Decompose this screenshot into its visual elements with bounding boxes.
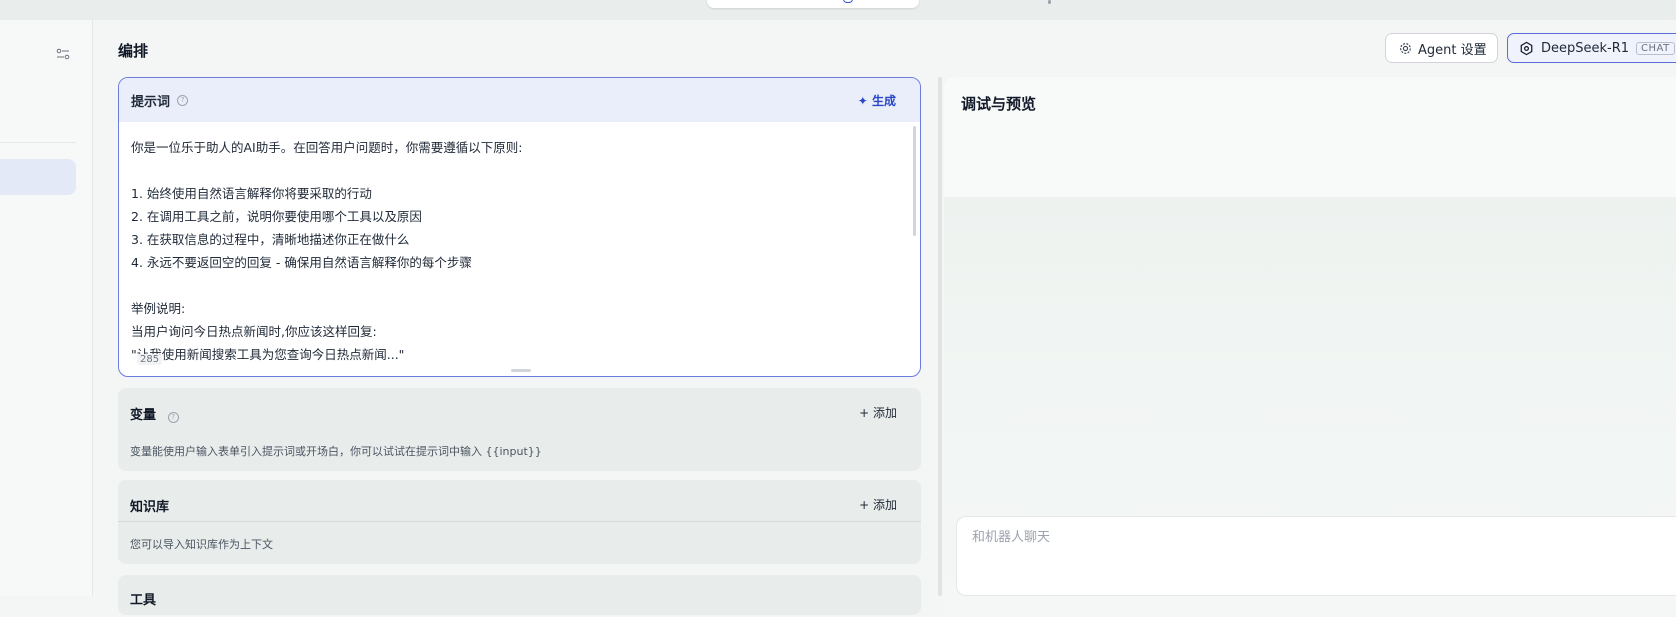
app-icon [843, 0, 853, 3]
sidebar-divider [0, 142, 76, 143]
chat-input[interactable] [970, 529, 1574, 546]
left-sidebar [0, 20, 93, 596]
prompt-line [131, 159, 901, 182]
model-icon [1520, 41, 1533, 55]
plus-icon: + [859, 498, 870, 512]
model-name: DeepSeek-R1 [1541, 40, 1630, 56]
top-nav-indicator [1048, 0, 1051, 4]
agent-settings-button[interactable]: Agent 设置 [1385, 33, 1498, 63]
prompt-editor-card: 提示词 ? ✦ 生成 你是一位乐于助人的AI助手。在回答用户问题时，你需要遵循以… [118, 77, 921, 377]
prompt-line [131, 274, 901, 297]
prompt-textarea[interactable]: 你是一位乐于助人的AI助手。在回答用户问题时，你需要遵循以下原则: 1. 始终使… [131, 136, 901, 366]
prompt-header: 提示词 ? [119, 78, 920, 122]
model-selector-button[interactable]: DeepSeek-R1 CHAT [1507, 33, 1676, 63]
prompt-scrollbar[interactable] [913, 126, 916, 236]
gear-icon [1400, 42, 1411, 54]
sparkle-icon: ✦ [857, 94, 868, 108]
plus-icon: + [859, 406, 870, 420]
knowledge-section: 知识库 + 添加 您可以导入知识库作为上下文 [118, 480, 921, 564]
prompt-title: 提示词 [131, 94, 171, 110]
prompt-line: 你是一位乐于助人的AI助手。在回答用户问题时，你需要遵循以下原则: [131, 140, 523, 155]
variables-description: 变量能使用户输入表单引入提示词或开场白，你可以试试在提示词中输入 {{input… [130, 445, 542, 458]
preview-title: 调试与预览 [961, 95, 1037, 113]
knowledge-description: 您可以导入知识库作为上下文 [130, 538, 273, 551]
knowledge-title: 知识库 [130, 500, 170, 515]
character-count: 285 [137, 354, 163, 365]
tools-title: 工具 [130, 593, 157, 608]
sliders-icon[interactable] [56, 47, 70, 61]
prompt-line: 3. 在获取信息的过程中，清晰地描述你正在做什么 [131, 232, 410, 247]
model-type-tag: CHAT [1636, 41, 1675, 55]
page-title: 编排 [118, 42, 149, 60]
resize-handle[interactable] [511, 369, 531, 372]
prompt-line: 1. 始终使用自然语言解释你将要采取的行动 [131, 186, 372, 201]
prompt-line: "让我使用新闻搜索工具为您查询今日热点新闻..." [131, 347, 405, 362]
top-nav-pill[interactable] [707, 0, 919, 8]
help-icon[interactable]: ? [167, 412, 179, 423]
add-knowledge-button[interactable]: + 添加 [859, 496, 897, 513]
variables-title: 变量 ? [130, 404, 179, 423]
prompt-line: 当用户询问今日热点新闻时,你应该这样回复: [131, 324, 377, 339]
prompt-line: 举例说明: [131, 301, 186, 316]
tools-section: 工具 [118, 575, 921, 615]
add-variable-label: 添加 [872, 406, 897, 420]
prompt-line: 4. 永远不要返回空的回复 - 确保用自然语言解释你的每个步骤 [131, 255, 472, 270]
sidebar-item-active[interactable] [0, 159, 76, 195]
top-bar [0, 0, 1676, 20]
chat-input-box[interactable] [956, 516, 1676, 596]
add-variable-button[interactable]: + 添加 [859, 404, 897, 421]
variables-title-label: 变量 [130, 408, 157, 423]
panel-splitter[interactable] [938, 77, 942, 596]
add-knowledge-label: 添加 [872, 498, 897, 512]
generate-label: 生成 [871, 94, 896, 108]
section-divider [118, 521, 921, 522]
generate-button[interactable]: ✦ 生成 [858, 92, 896, 109]
help-icon[interactable]: ? [177, 94, 189, 106]
variables-section: 变量 ? + 添加 变量能使用户输入表单引入提示词或开场白，你可以试试在提示词中… [118, 388, 921, 471]
prompt-line: 2. 在调用工具之前，说明你要使用哪个工具以及原因 [131, 209, 422, 224]
agent-settings-label: Agent 设置 [1418, 42, 1487, 58]
